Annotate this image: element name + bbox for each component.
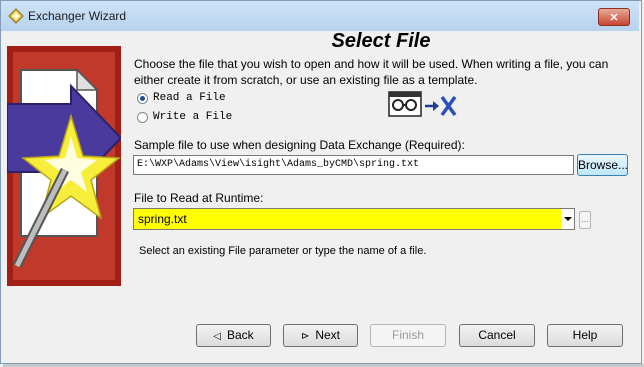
page-description: Choose the file that you wish to open an… — [134, 57, 609, 87]
next-arrow-icon: ⊳ — [300, 331, 310, 342]
read-file-label: Read a File — [153, 92, 226, 104]
cancel-button[interactable]: Cancel — [459, 324, 535, 347]
browse-button[interactable]: Browse... — [577, 154, 628, 176]
title-bar[interactable]: Exchanger Wizard ✕ — [1, 1, 639, 31]
cancel-label: Cancel — [478, 328, 516, 342]
runtime-file-input[interactable]: spring.txt — [133, 208, 575, 230]
finish-button[interactable]: Finish — [370, 324, 446, 347]
back-arrow-icon: ◁ — [213, 331, 221, 342]
next-label: Next — [315, 328, 341, 342]
back-button[interactable]: ◁ Back — [196, 324, 271, 347]
write-file-radio[interactable] — [137, 111, 148, 123]
exchanger-icon — [388, 91, 457, 117]
close-button[interactable]: ✕ — [598, 8, 630, 26]
help-label: Help — [572, 328, 598, 342]
parameter-picker-button[interactable]: ... — [579, 211, 591, 229]
write-file-label: Write a File — [153, 111, 233, 123]
runtime-hint: Select an existing File parameter or typ… — [139, 245, 427, 257]
next-button[interactable]: ⊳ Next — [283, 324, 358, 347]
runtime-file-label: File to Read at Runtime: — [134, 191, 264, 205]
help-button[interactable]: Help — [547, 324, 623, 347]
window-title: Exchanger Wizard — [28, 9, 127, 23]
close-icon: ✕ — [609, 12, 619, 24]
dropdown-arrow-icon[interactable] — [561, 209, 574, 229]
sample-file-label: Sample file to use when designing Data E… — [134, 138, 465, 152]
read-file-radio[interactable] — [137, 92, 148, 104]
back-label: Back — [227, 328, 254, 342]
write-file-option[interactable]: Write a File — [137, 110, 232, 124]
read-file-option[interactable]: Read a File — [137, 91, 226, 105]
sample-file-input[interactable]: E:\WXP\Adams\View\isight\Adams_byCMD\spr… — [133, 155, 574, 175]
app-icon — [8, 8, 24, 24]
finish-label: Finish — [391, 328, 424, 342]
wizard-art-icon — [7, 46, 121, 286]
page-title: Select File — [331, 30, 431, 52]
